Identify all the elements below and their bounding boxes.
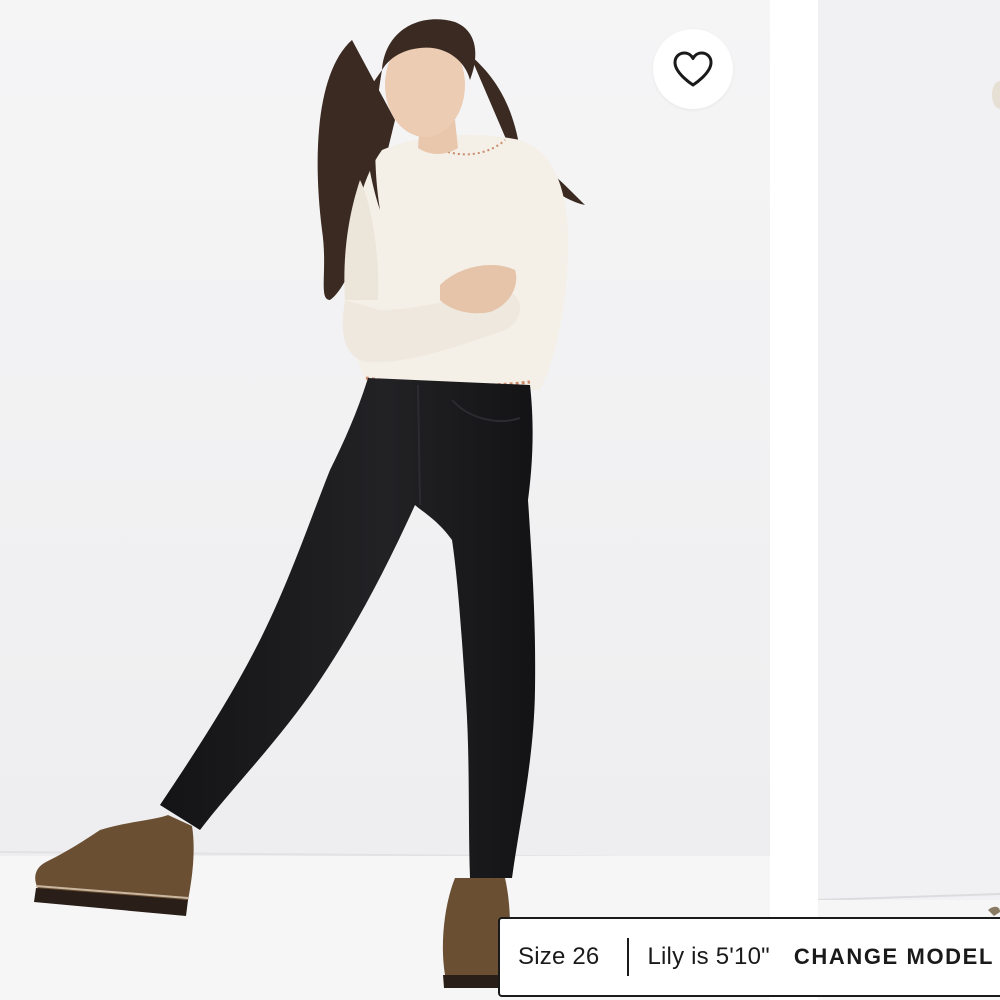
change-model-button[interactable]: CHANGE MODEL — [794, 944, 994, 970]
next-photo-illustration — [818, 0, 1000, 1000]
model-photo-illustration — [0, 0, 770, 1000]
heart-outline-icon — [673, 51, 713, 87]
product-photo-main[interactable] — [0, 0, 770, 1000]
model-height-label: Lily is 5'10" — [647, 943, 770, 970]
model-info-bar: Size 26 Lily is 5'10" CHANGE MODEL — [498, 917, 1000, 997]
product-photo-next[interactable] — [818, 0, 1000, 1000]
model-size-label: Size 26 — [518, 943, 600, 970]
product-gallery: Size 26 Lily is 5'10" CHANGE MODEL — [0, 0, 1000, 1000]
divider — [627, 938, 630, 976]
favorite-button[interactable] — [653, 29, 733, 109]
